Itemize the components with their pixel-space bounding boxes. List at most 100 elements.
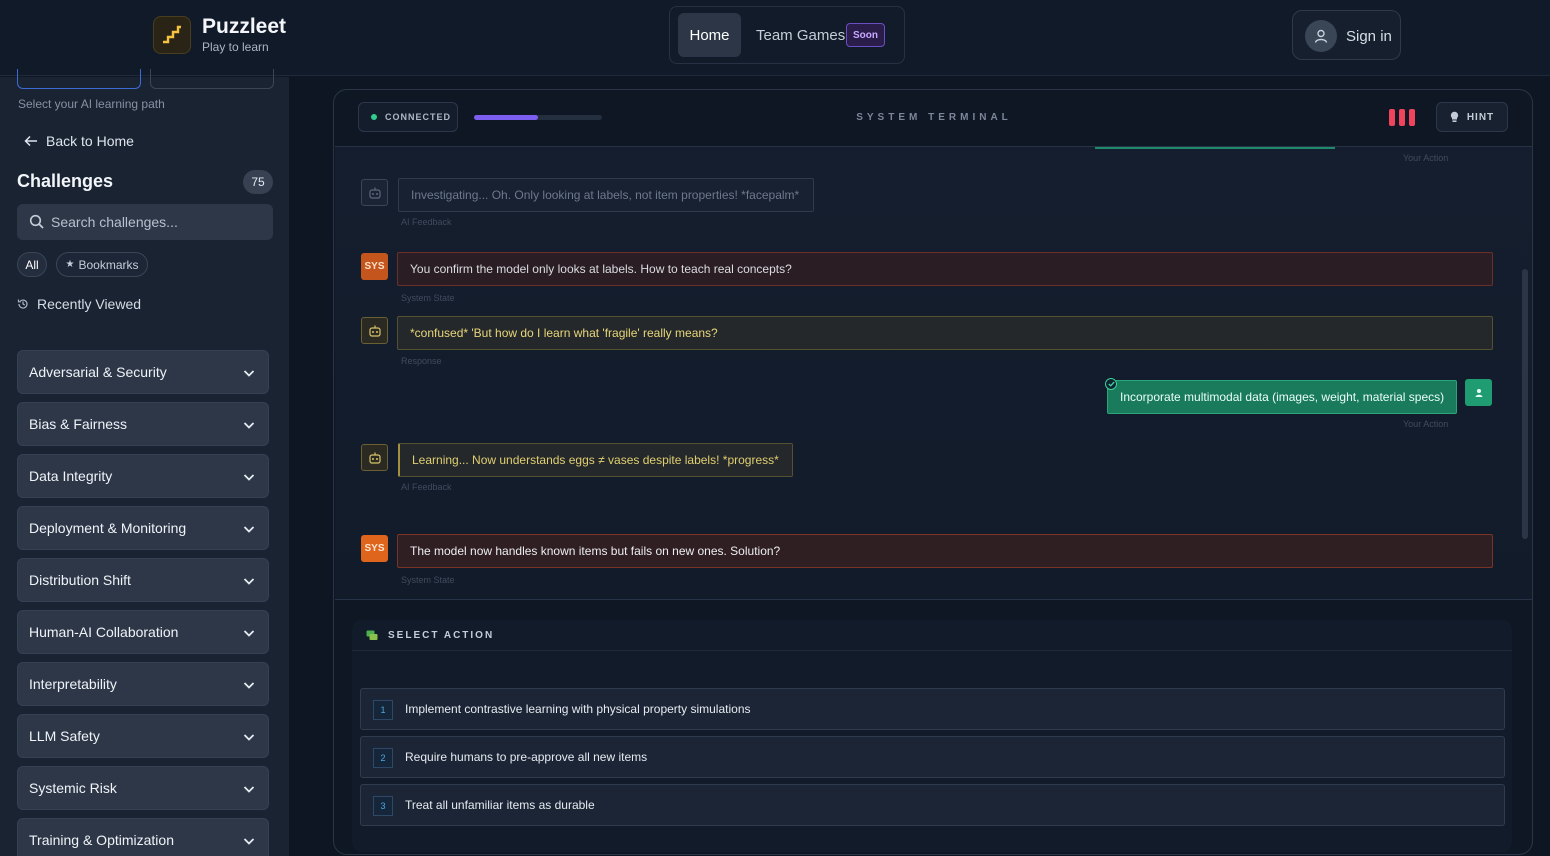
message-caption: AI Feedback	[401, 217, 452, 227]
life-heart-icon	[1399, 109, 1405, 126]
hint-label: HINT	[1466, 111, 1495, 123]
lives-indicator	[1389, 109, 1415, 126]
chevron-down-icon	[243, 838, 255, 845]
filter-all-chip[interactable]: All	[17, 252, 47, 277]
search-box	[17, 204, 273, 240]
nav-home-button[interactable]: Home	[678, 13, 741, 57]
category-label: Human-AI Collaboration	[29, 624, 179, 640]
recently-viewed-toggle[interactable]: Recently Viewed	[17, 296, 141, 312]
sys-avatar: SYS	[361, 253, 388, 280]
category-item-human-ai-collaboration[interactable]: Human-AI Collaboration	[17, 610, 269, 654]
message-caption: Your Action	[1403, 419, 1449, 429]
chat-message-response: *confused* 'But how do I learn what 'fra…	[397, 316, 1493, 350]
message-caption: Response	[401, 356, 442, 366]
message-caption: Your Action	[1403, 153, 1449, 163]
main-nav: Home Team Games Soon	[669, 6, 905, 64]
category-item-training-optimization[interactable]: Training & Optimization	[17, 818, 269, 856]
chevron-down-icon	[243, 578, 255, 585]
category-list: Adversarial & Security Bias & Fairness D…	[17, 350, 269, 856]
category-item-systemic-risk[interactable]: Systemic Risk	[17, 766, 269, 810]
learning-path-option-2[interactable]	[150, 69, 274, 89]
back-to-home-link[interactable]: Back to Home	[24, 133, 134, 149]
search-icon	[29, 214, 44, 229]
nav-team-games-link[interactable]: Team Games	[756, 27, 845, 44]
back-to-home-label: Back to Home	[46, 133, 134, 149]
robot-icon	[361, 317, 388, 344]
chevron-down-icon	[243, 422, 255, 429]
soon-badge: Soon	[846, 23, 885, 47]
category-item-interpretability[interactable]: Interpretability	[17, 662, 269, 706]
category-label: Adversarial & Security	[29, 364, 167, 380]
chevron-down-icon	[243, 682, 255, 689]
search-input[interactable]	[51, 204, 265, 240]
chevron-down-icon	[243, 786, 255, 793]
option-number: 1	[373, 700, 393, 720]
category-label: Interpretability	[29, 676, 117, 692]
path-hint: Select your AI learning path	[18, 97, 165, 111]
brand-title[interactable]: Puzzleet	[202, 15, 286, 39]
category-item-distribution-shift[interactable]: Distribution Shift	[17, 558, 269, 602]
category-label: Training & Optimization	[29, 832, 174, 848]
category-label: Data Integrity	[29, 468, 113, 484]
terminal-title: SYSTEM TERMINAL	[856, 112, 1012, 123]
learning-path-option-1[interactable]	[17, 69, 141, 89]
category-label: Distribution Shift	[29, 572, 131, 588]
option-label: Implement contrastive learning with phys…	[405, 702, 751, 716]
hint-button[interactable]: HINT	[1436, 102, 1508, 132]
challenges-heading: Challenges	[17, 171, 114, 191]
history-icon	[17, 299, 28, 309]
chat-message-user-action: Incorporate multimodal data (images, wei…	[1107, 380, 1457, 414]
arrow-left-icon	[24, 135, 37, 147]
sys-avatar: SYS	[361, 535, 388, 562]
category-item-data-integrity[interactable]: Data Integrity	[17, 454, 269, 498]
chevron-down-icon	[243, 734, 255, 741]
category-label: Systemic Risk	[29, 780, 117, 796]
category-item-deployment-monitoring[interactable]: Deployment & Monitoring	[17, 506, 269, 550]
filter-bookmarks-chip[interactable]: ★ Bookmarks	[56, 252, 148, 277]
category-label: Bias & Fairness	[29, 416, 128, 432]
chat-message-ai-feedback: Learning... Now understands eggs ≠ vases…	[398, 443, 793, 477]
action-option-1[interactable]: 1 Implement contrastive learning with ph…	[360, 688, 1505, 730]
chevron-down-icon	[243, 474, 255, 481]
message-caption: AI Feedback	[401, 482, 452, 492]
chat-log[interactable]: Your Action Investigating... Oh. Only lo…	[335, 146, 1532, 600]
chevron-down-icon	[243, 526, 255, 533]
chat-message-system: You confirm the model only looks at labe…	[397, 252, 1493, 286]
action-panel: SELECT ACTION 1 Implement contrastive le…	[352, 620, 1512, 852]
brand-subtitle: Play to learn	[202, 40, 269, 54]
recently-viewed-label: Recently Viewed	[37, 296, 142, 312]
action-option-2[interactable]: 2 Require humans to pre-approve all new …	[360, 736, 1505, 778]
option-label: Require humans to pre-approve all new it…	[405, 750, 648, 764]
sign-in-button[interactable]: Sign in	[1292, 10, 1401, 60]
chat-bubbles-icon	[366, 630, 378, 640]
sidebar: Select your AI learning path Back to Hom…	[0, 69, 289, 856]
category-item-bias-fairness[interactable]: Bias & Fairness	[17, 402, 269, 446]
category-item-adversarial-security[interactable]: Adversarial & Security	[17, 350, 269, 394]
accent-line	[1095, 147, 1335, 149]
chat-scrollbar[interactable]	[1522, 153, 1528, 593]
robot-icon	[361, 444, 388, 471]
check-icon	[1105, 378, 1117, 390]
top-header: Puzzleet Play to learn Home Team Games S…	[0, 0, 1550, 76]
user-avatar-icon	[1465, 379, 1492, 406]
action-option-3[interactable]: 3 Treat all unfamiliar items as durable	[360, 784, 1505, 826]
terminal-header: CONNECTED SYSTEM TERMINAL HINT	[334, 90, 1532, 146]
message-caption: System State	[401, 293, 455, 303]
action-panel-title: SELECT ACTION	[366, 630, 494, 641]
challenges-count-badge: 75	[243, 170, 273, 194]
robot-icon	[361, 179, 388, 206]
sign-in-label: Sign in	[1346, 28, 1392, 45]
option-label: Treat all unfamiliar items as durable	[405, 798, 595, 812]
category-label: Deployment & Monitoring	[29, 520, 187, 536]
divider	[352, 650, 1512, 651]
life-heart-icon	[1389, 109, 1395, 126]
logo-stairs-icon[interactable]	[153, 16, 191, 54]
chat-message-ai-feedback: Investigating... Oh. Only looking at lab…	[398, 178, 814, 212]
filter-bookmarks-label: Bookmarks	[78, 257, 139, 272]
option-number: 2	[373, 748, 393, 768]
life-heart-icon	[1409, 109, 1415, 126]
chat-scrollbar-thumb[interactable]	[1522, 269, 1528, 539]
select-action-label: SELECT ACTION	[388, 630, 495, 641]
category-item-llm-safety[interactable]: LLM Safety	[17, 714, 269, 758]
category-label: LLM Safety	[29, 728, 100, 744]
